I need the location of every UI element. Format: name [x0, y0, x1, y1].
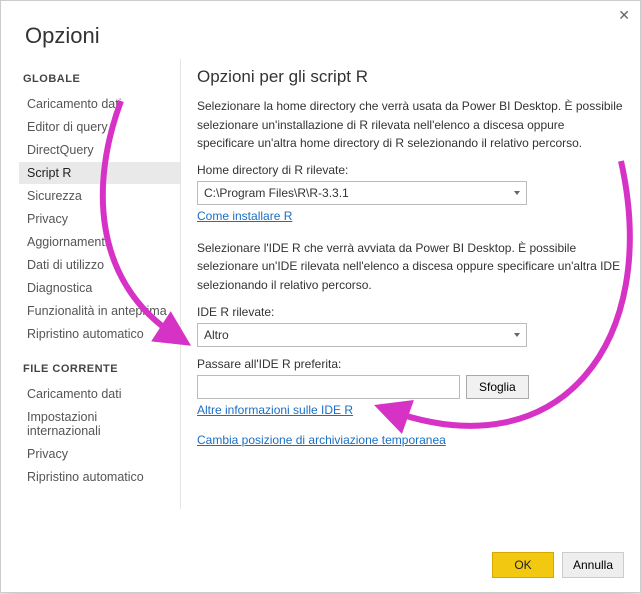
- dialog-body: GLOBALE Caricamento dati Editor di query…: [1, 59, 640, 509]
- home-description: Selezionare la home directory che verrà …: [197, 97, 624, 153]
- ide-dropdown[interactable]: Altro: [197, 323, 527, 347]
- sidebar-item-ripristino[interactable]: Ripristino automatico: [23, 323, 180, 345]
- dialog-footer: OK Annulla: [492, 552, 624, 578]
- panel-heading: Opzioni per gli script R: [197, 67, 624, 87]
- sidebar-section-global: GLOBALE: [23, 73, 180, 85]
- browse-button[interactable]: Sfoglia: [466, 375, 529, 399]
- sidebar-item-privacy[interactable]: Privacy: [23, 208, 180, 230]
- window-title: Opzioni: [1, 1, 640, 59]
- main-panel: Opzioni per gli script R Selezionare la …: [181, 59, 640, 509]
- sidebar-item-file-privacy[interactable]: Privacy: [23, 443, 180, 465]
- sidebar-section-file: FILE CORRENTE: [23, 363, 180, 375]
- sidebar-item-script-r[interactable]: Script R: [19, 162, 180, 184]
- preferred-ide-input[interactable]: [197, 375, 460, 399]
- sidebar-item-anteprima[interactable]: Funzionalità in anteprima: [23, 300, 180, 322]
- sidebar-item-file-caricamento[interactable]: Caricamento dati: [23, 383, 180, 405]
- install-r-link[interactable]: Come installare R: [197, 209, 292, 223]
- sidebar-item-file-internazionali[interactable]: Impostazioni internazionali: [23, 406, 180, 442]
- sidebar: GLOBALE Caricamento dati Editor di query…: [1, 59, 181, 509]
- ok-button[interactable]: OK: [492, 552, 554, 578]
- ide-description: Selezionare l'IDE R che verrà avviata da…: [197, 239, 624, 295]
- home-dir-value: C:\Program Files\R\R-3.3.1: [204, 186, 349, 200]
- sidebar-item-aggiornamenti[interactable]: Aggiornamenti: [23, 231, 180, 253]
- sidebar-item-sicurezza[interactable]: Sicurezza: [23, 185, 180, 207]
- close-button[interactable]: ✕: [618, 7, 630, 24]
- close-icon: ✕: [618, 7, 630, 23]
- sidebar-item-editor-query[interactable]: Editor di query: [23, 116, 180, 138]
- sidebar-item-directquery[interactable]: DirectQuery: [23, 139, 180, 161]
- home-dir-dropdown[interactable]: C:\Program Files\R\R-3.3.1: [197, 181, 527, 205]
- ide-info-link[interactable]: Altre informazioni sulle IDE R: [197, 403, 353, 417]
- sidebar-item-caricamento-dati[interactable]: Caricamento dati: [23, 93, 180, 115]
- sidebar-item-dati-utilizzo[interactable]: Dati di utilizzo: [23, 254, 180, 276]
- home-dir-label: Home directory di R rilevate:: [197, 163, 624, 177]
- temp-storage-link[interactable]: Cambia posizione di archiviazione tempor…: [197, 433, 446, 447]
- sidebar-item-diagnostica[interactable]: Diagnostica: [23, 277, 180, 299]
- ide-value: Altro: [204, 328, 229, 342]
- ide-label: IDE R rilevate:: [197, 305, 624, 319]
- sidebar-item-file-ripristino[interactable]: Ripristino automatico: [23, 466, 180, 488]
- preferred-ide-label: Passare all'IDE R preferita:: [197, 357, 624, 371]
- cancel-button[interactable]: Annulla: [562, 552, 624, 578]
